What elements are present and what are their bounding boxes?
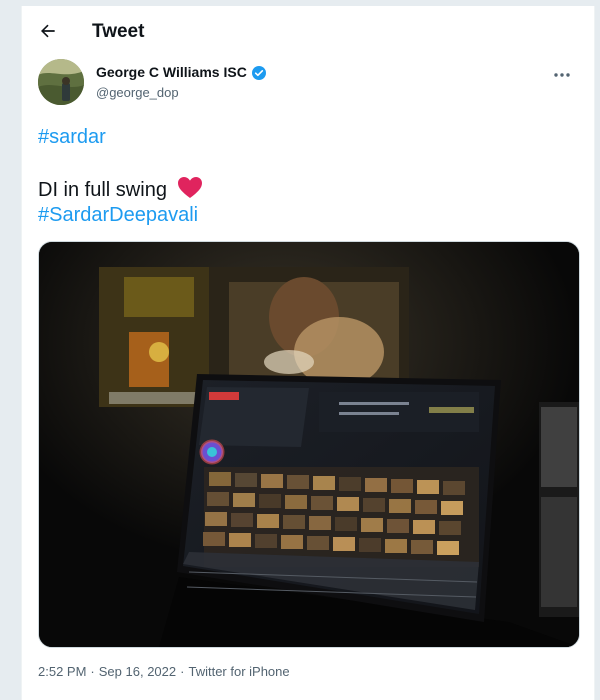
photo-illustration bbox=[39, 242, 579, 647]
more-icon bbox=[554, 73, 570, 77]
hashtag-sardar[interactable]: #sardar bbox=[38, 126, 106, 148]
heart-icon bbox=[177, 177, 202, 198]
author-handle[interactable]: @george_dop bbox=[96, 85, 179, 101]
page-title: Tweet bbox=[92, 21, 145, 42]
tweet-body-line: DI in full swing bbox=[38, 179, 167, 201]
back-arrow-icon bbox=[41, 24, 55, 38]
more-button[interactable] bbox=[548, 65, 576, 85]
tweet-text: #sardar DI in full swing #SardarDeepaval… bbox=[38, 124, 558, 228]
avatar[interactable] bbox=[38, 59, 84, 105]
tweet-meta: 2:52 PM · Sep 16, 2022 · Twitter for iPh… bbox=[38, 664, 290, 680]
back-button[interactable] bbox=[33, 16, 63, 46]
tweet-time[interactable]: 2:52 PM bbox=[38, 664, 86, 680]
tweet-page: Tweet George C Williams ISC @george_dop bbox=[21, 6, 595, 700]
tweet-date[interactable]: Sep 16, 2022 bbox=[99, 664, 176, 680]
author-name-row: George C Williams ISC bbox=[96, 64, 267, 81]
tweet-author: George C Williams ISC @george_dop bbox=[38, 59, 578, 109]
header: Tweet bbox=[22, 6, 594, 56]
tweet-source[interactable]: Twitter for iPhone bbox=[188, 664, 289, 680]
meta-separator: · bbox=[180, 664, 185, 679]
author-name[interactable]: George C Williams ISC bbox=[96, 64, 247, 81]
verified-badge-icon bbox=[251, 65, 266, 80]
hashtag-sardar-deepavali[interactable]: #SardarDeepavali bbox=[38, 204, 198, 226]
tweet-photo[interactable] bbox=[38, 241, 580, 648]
meta-separator: · bbox=[90, 664, 95, 679]
